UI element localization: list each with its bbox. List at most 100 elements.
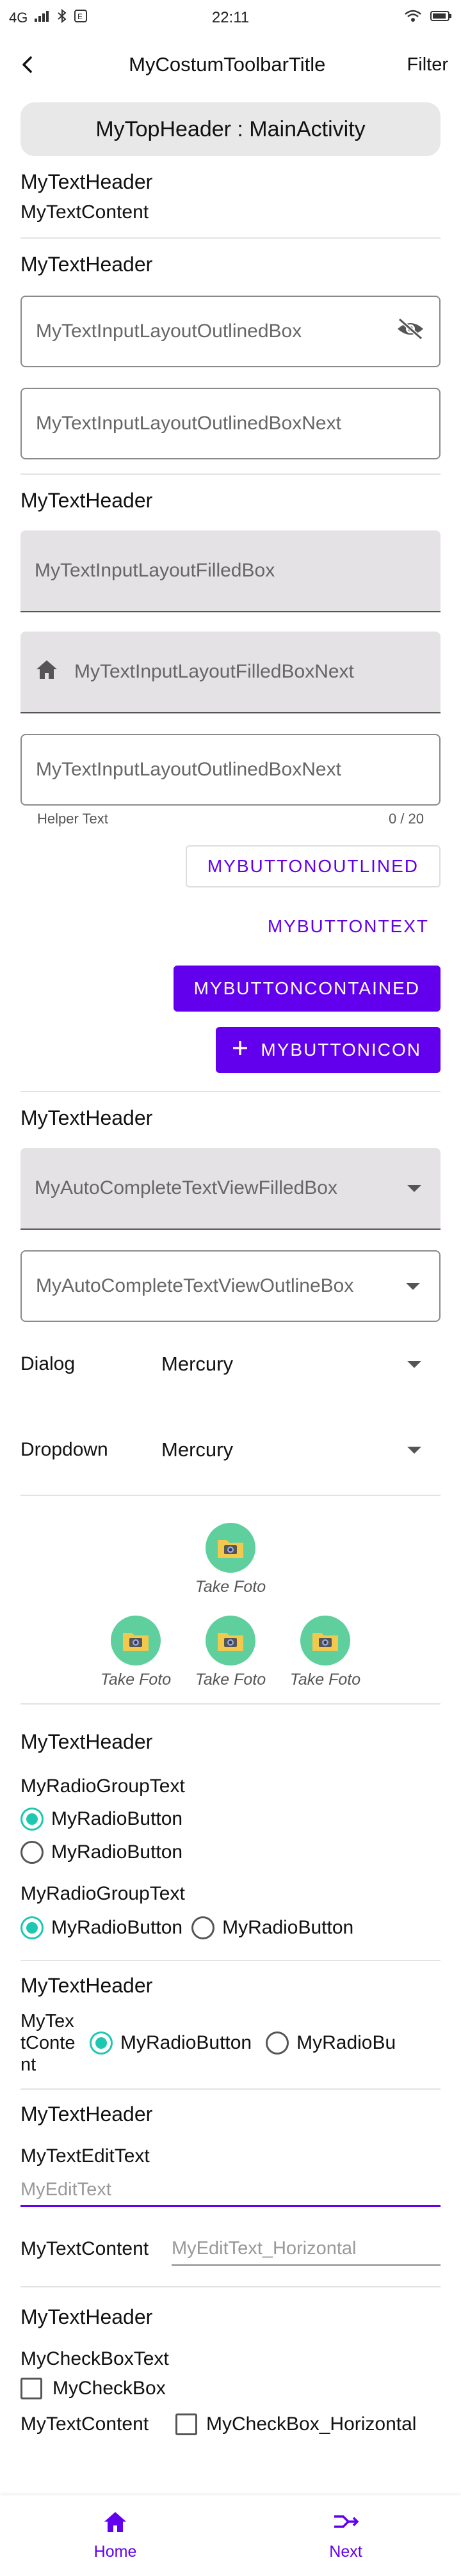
- take-foto-item[interactable]: Take Foto: [186, 1616, 275, 1689]
- outlined-button[interactable]: MYBUTTONOUTLINED: [185, 845, 441, 887]
- take-foto-item[interactable]: Take Foto: [186, 1523, 275, 1596]
- checkbox-row[interactable]: MyCheckBox: [20, 2378, 441, 2399]
- filled-input[interactable]: MyTextInputLayoutFilledBox: [20, 530, 441, 612]
- status-right: [275, 10, 452, 26]
- status-bar: 4G E 22:11: [0, 0, 461, 36]
- radio-option[interactable]: MyRadioButton: [20, 1911, 182, 1944]
- icon-button[interactable]: MYBUTTONICON: [216, 1027, 441, 1073]
- take-foto-item[interactable]: Take Foto: [91, 1616, 181, 1689]
- camera-folder-icon[interactable]: [300, 1616, 350, 1666]
- button-row: MYBUTTONTEXT: [20, 905, 441, 948]
- take-foto-item[interactable]: Take Foto: [280, 1616, 370, 1689]
- text-content: MyTextContent: [20, 2011, 76, 2075]
- dropdown-arrow-icon[interactable]: [407, 1360, 421, 1368]
- radio-checked[interactable]: [90, 2031, 113, 2055]
- merge-arrows-icon: [332, 2510, 360, 2538]
- radio-group-horizontal: MyRadioButton MyRadioButton: [20, 1911, 441, 1944]
- outlined-input-next[interactable]: MyTextInputLayoutOutlinedBoxNext: [20, 388, 441, 459]
- spinner-label: Dialog: [20, 1353, 76, 1374]
- checkbox-row-horizontal: MyTextContent MyCheckBox_Horizontal: [20, 2413, 441, 2435]
- checkbox-text: MyCheckBox_Horizontal: [206, 2413, 417, 2435]
- divider: [20, 1960, 441, 1961]
- radio-label: MyRadioBu: [296, 2032, 396, 2053]
- take-foto-caption: Take Foto: [195, 1671, 266, 1689]
- checkbox[interactable]: [175, 2413, 197, 2435]
- radio-checked[interactable]: [20, 1916, 44, 1939]
- radio-label: MyRadioButton: [51, 1917, 183, 1938]
- section-header: MyTextHeader: [20, 1974, 153, 1997]
- edit-hint: MyEditText: [20, 2179, 111, 2200]
- dropdown-arrow-icon[interactable]: [406, 1282, 420, 1290]
- notification-icon: E: [74, 9, 88, 27]
- divider: [20, 237, 441, 239]
- radio-group-vertical: MyRadioButton MyRadioButton: [20, 1802, 441, 1869]
- text-content: MyTextContent: [20, 202, 149, 223]
- radio-option[interactable]: MyRadioButton: [20, 1836, 441, 1869]
- radio-checked[interactable]: [20, 1808, 44, 1831]
- home-icon: [102, 2510, 128, 2538]
- section-header: MyTextHeader: [20, 2103, 153, 2126]
- dropdown-arrow-icon[interactable]: [407, 1184, 421, 1192]
- text-content: MyTextContent: [20, 2238, 149, 2259]
- checkbox[interactable]: [20, 2378, 42, 2399]
- nav-next[interactable]: Next: [230, 2495, 461, 2576]
- camera-folder-icon[interactable]: [111, 1616, 161, 1666]
- autocomplete-outlined[interactable]: MyAutoCompleteTextViewOutlineBox: [20, 1250, 441, 1322]
- radio-unchecked[interactable]: [20, 1841, 44, 1864]
- divider: [20, 1495, 441, 1496]
- foto-row-triple: Take Foto Take Foto Take Foto: [20, 1616, 441, 1689]
- radio-option[interactable]: MyRadioButton: [90, 2026, 252, 2060]
- edit-text-horizontal[interactable]: MyEditText_Horizontal: [172, 2232, 441, 2266]
- edit-row-horizontal: MyTextContent MyEditText_Horizontal: [20, 2232, 441, 2266]
- radio-unchecked[interactable]: [266, 2031, 289, 2055]
- contained-button[interactable]: MYBUTTONCONTAINED: [173, 966, 441, 1012]
- take-foto-caption: Take Foto: [195, 1578, 266, 1596]
- filter-button[interactable]: Filter: [407, 54, 448, 76]
- bluetooth-icon: [57, 8, 67, 28]
- autocomplete-filled[interactable]: MyAutoCompleteTextViewFilledBox: [20, 1148, 441, 1230]
- section-header: MyTextHeader: [20, 489, 153, 512]
- bottom-navigation: Home Next: [0, 2495, 461, 2576]
- nav-next-label: Next: [329, 2543, 362, 2561]
- radio-option[interactable]: MyRadioButton: [20, 1802, 441, 1836]
- main-content: MyTopHeader : MainActivity MyTextHeader …: [0, 102, 461, 2435]
- divider: [20, 2088, 441, 2090]
- dropdown-spinner[interactable]: Dropdown Mercury: [20, 1424, 441, 1475]
- outlined-input-helper[interactable]: MyTextInputLayoutOutlinedBoxNext: [20, 734, 441, 806]
- section-header: MyTextHeader: [20, 253, 153, 276]
- radio-label: MyRadioButton: [120, 2032, 252, 2053]
- char-counter: 0 / 20: [388, 811, 424, 827]
- top-header: MyTopHeader : MainActivity: [20, 102, 441, 156]
- take-foto-caption: Take Foto: [289, 1671, 361, 1689]
- section-header: MyTextHeader: [20, 170, 153, 193]
- text-button[interactable]: MYBUTTONTEXT: [256, 905, 441, 948]
- radio-option[interactable]: MyRadioButton: [191, 1911, 353, 1944]
- text-content: MyTextContent: [20, 2413, 149, 2435]
- foto-row-single: Take Foto: [20, 1523, 441, 1596]
- battery-icon: [430, 10, 452, 26]
- clock: 22:11: [211, 9, 250, 26]
- dialog-spinner[interactable]: Dialog Mercury: [20, 1339, 441, 1390]
- dropdown-arrow-icon[interactable]: [407, 1446, 421, 1454]
- filled-input-with-icon[interactable]: MyTextInputLayoutFilledBoxNext: [20, 632, 441, 713]
- edit-text-input[interactable]: MyEditText: [20, 2175, 441, 2207]
- camera-folder-icon[interactable]: [206, 1523, 255, 1573]
- camera-folder-icon[interactable]: [206, 1616, 255, 1666]
- checkbox-text: MyCheckBox: [53, 2378, 166, 2399]
- radio-group-label: MyRadioGroupText: [20, 1883, 185, 1904]
- edit-label: MyTextEditText: [20, 2145, 150, 2167]
- divider: [20, 1703, 441, 1705]
- radio-unchecked[interactable]: [191, 1916, 215, 1939]
- home-icon: [35, 658, 59, 686]
- outlined-input-password[interactable]: MyTextInputLayoutOutlinedBox: [20, 296, 441, 367]
- divider: [20, 1091, 441, 1092]
- input-hint: MyAutoCompleteTextViewFilledBox: [35, 1177, 337, 1198]
- helper-row: Helper Text 0 / 20: [20, 806, 441, 827]
- nav-home[interactable]: Home: [0, 2495, 230, 2576]
- radio-option[interactable]: MyRadioBu: [266, 2026, 396, 2060]
- input-hint: MyAutoCompleteTextViewOutlineBox: [36, 1275, 354, 1296]
- arrow-back-icon[interactable]: [9, 45, 47, 84]
- radio-row-horizontal: MyTextContent MyRadioButton MyRadioBu: [20, 2010, 441, 2076]
- visibility-off-icon[interactable]: [396, 317, 425, 346]
- spinner-label: Dropdown: [20, 1439, 108, 1460]
